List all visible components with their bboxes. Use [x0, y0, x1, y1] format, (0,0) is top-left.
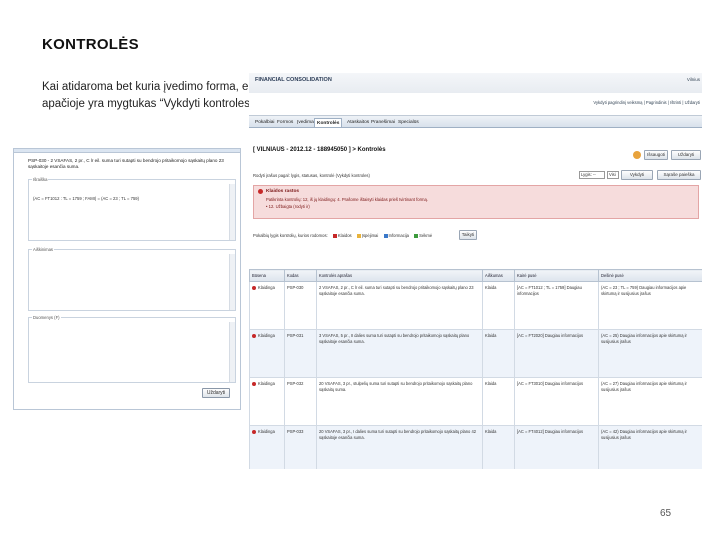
slide-title: KONTROLĖS [42, 36, 139, 53]
apply-filter-button[interactable]: Taikyti [459, 230, 477, 240]
level-cell: Klaida [482, 425, 515, 469]
list-search-button[interactable]: Sąraše paieška [657, 170, 701, 180]
right-side-link[interactable]: (AC = 25) Daugiau informacijos apie skir… [598, 329, 702, 378]
error-title: Klaidos rastos [266, 189, 300, 194]
col-header-right[interactable]: Dešinė pusė [598, 269, 702, 282]
close-button[interactable]: Uždaryti [671, 150, 701, 160]
status-text: Klaidinga [258, 429, 275, 434]
col-header-left[interactable]: Kairė pusė [514, 269, 599, 282]
explanation-scrollbar[interactable] [229, 254, 235, 310]
success-dot-icon [414, 233, 419, 238]
expression-box: Išraiška (AC = FT1012 : TL = 1759 ; FAMI… [28, 177, 236, 241]
error-line-1: Patikrinta kontrolių: 12, iš jų klaiding… [266, 197, 428, 202]
save-button[interactable]: Išsaugoti [644, 150, 668, 160]
error-line-2: • 12. Užbaigta (rodyti ir) [266, 204, 310, 209]
error-status-icon [252, 381, 256, 386]
level-cell: Klaida [482, 329, 515, 378]
legend-errors[interactable]: Klaidos [338, 233, 352, 238]
dialog-close-button[interactable]: Uždaryti [202, 388, 230, 398]
error-status-icon [252, 333, 256, 338]
info-dot-icon [383, 233, 388, 238]
right-side-link[interactable]: (AC = 27) Daugiau informacijos apie skir… [598, 377, 702, 426]
col-header-code[interactable]: Kodas [284, 269, 317, 282]
legend-label: Pokalbių lygis kontrolių, kurios rodomos… [253, 233, 328, 238]
status-text: Klaidinga [258, 285, 275, 290]
dialog-title-bar [14, 149, 240, 153]
left-side-link[interactable]: [AC = FT4012] Daugiau informacijos [514, 425, 599, 469]
status-text: Klaidinga [258, 333, 275, 338]
status-cell: Klaidinga [249, 329, 285, 378]
status-cell: Klaidinga [249, 281, 285, 330]
legend-info[interactable]: Informacija [389, 233, 409, 238]
code-cell: PSP-031 [284, 329, 317, 378]
legend: Pokalbių lygis kontrolių, kurios rodomos… [253, 233, 432, 238]
explanation-box: Aiškinimas [28, 247, 236, 311]
code-cell: PSP-033 [284, 425, 317, 469]
legend-warnings[interactable]: Įspėjimai [362, 233, 379, 238]
tab-pranesimai[interactable]: Pranešimai [369, 118, 397, 127]
col-header-status[interactable]: Būsena [249, 269, 285, 282]
app-top-bar: FINANCIAL CONSOLIDATION Vilnius [249, 73, 702, 93]
description-cell: 20 VSAFAS, 3 pr., I dalies suma turi sut… [316, 425, 483, 469]
description-cell: 3 VSAFAS, 5 pr., II dalies suma turi sut… [316, 329, 483, 378]
status-cell: Klaidinga [249, 425, 285, 469]
error-dot-icon [332, 233, 337, 238]
app-window: FINANCIAL CONSOLIDATION Vilnius Vykdyti … [249, 73, 702, 469]
code-cell: PSP-032 [284, 377, 317, 426]
data-label: Duomenys (F) [32, 315, 61, 320]
table-row[interactable]: Klaidinga PSP-030 2 VSAFAS, 2 pr., C lr … [249, 281, 702, 330]
status-cell: Klaidinga [249, 377, 285, 426]
error-status-icon [252, 429, 256, 434]
table-row[interactable]: Klaidinga PSP-031 3 VSAFAS, 5 pr., II da… [249, 329, 702, 378]
left-side-link[interactable]: [AC = FT1012 ; TL = 1759] Daugiau inform… [514, 281, 599, 330]
run-button[interactable]: Vykdyti [621, 170, 653, 180]
table-row[interactable]: Klaidinga PSP-032 20 VSAFAS, 3 pr., stul… [249, 377, 702, 426]
filter-text: Rodyti įrašus pagal: lygis, statusas, ko… [253, 173, 370, 178]
user-links[interactable]: Vykdyti pagrindinį veiksmą | Pagrindinis… [593, 100, 700, 105]
slide-page-number: 65 [660, 508, 672, 519]
controls-table: Būsena Kodas Kontrolės aprašas Aiškumas … [249, 269, 702, 469]
code-cell: PSP-030 [284, 281, 317, 330]
explanation-label: Aiškinimas [32, 247, 55, 252]
tab-pokalbiai[interactable]: Pokalbiai [253, 118, 276, 127]
table-header-row: Būsena Kodas Kontrolės aprašas Aiškumas … [249, 269, 702, 282]
error-status-icon [252, 285, 256, 290]
description-cell: 20 VSAFAS, 3 pr., stulpelių suma turi su… [316, 377, 483, 426]
error-panel: Klaidos rastos Patikrinta kontrolių: 12,… [253, 185, 699, 219]
status-text: Klaidinga [258, 381, 275, 386]
right-side-link[interactable]: (AC = 42) Daugiau informacijos apie skir… [598, 425, 702, 469]
main-menu: Pokalbiai Formos Įvedimas Kontrolės Atas… [249, 115, 702, 128]
col-header-level[interactable]: Aiškumas [482, 269, 515, 282]
col-header-description[interactable]: Kontrolės aprašas [316, 269, 483, 282]
expression-value: (AC = FT1012 : TL = 1759 ; FAMI) = (AC =… [33, 196, 140, 201]
settings-icon[interactable] [633, 151, 641, 159]
table-row[interactable]: Klaidinga PSP-033 20 VSAFAS, 3 pr., I da… [249, 425, 702, 469]
tab-specialus[interactable]: Specialūs [396, 118, 421, 127]
left-side-link[interactable]: [AC = FT3010] Daugiau informacijos [514, 377, 599, 426]
data-scrollbar[interactable] [229, 322, 235, 382]
description-cell: 2 VSAFAS, 2 pr., C lr eil. suma turi sut… [316, 281, 483, 330]
right-side-link[interactable]: (AC = 23 ; TL = 759) Daugiau informacijo… [598, 281, 702, 330]
app-brand: Vilnius [686, 77, 700, 82]
expression-scrollbar[interactable] [229, 184, 235, 240]
dialog-message: PSP-030 - 2 VSAFAS, 2 pr., C lr eil. sum… [28, 158, 224, 169]
error-icon [258, 189, 263, 194]
tab-kontroles[interactable]: Kontrolės [314, 118, 343, 127]
app-logo: FINANCIAL CONSOLIDATION [255, 77, 332, 83]
level-cell: Klaida [482, 281, 515, 330]
level-select-2[interactable]: Visi [607, 171, 619, 179]
tab-formos[interactable]: Formos [275, 118, 295, 127]
control-detail-dialog: PSP-030 - 2 VSAFAS, 2 pr., C lr eil. sum… [13, 148, 241, 410]
expression-label: Išraiška [32, 177, 49, 182]
left-side-link[interactable]: [AC = FT2020] Daugiau informacijos [514, 329, 599, 378]
level-select[interactable]: Lygis: -- [579, 171, 605, 179]
tab-ataskaitos[interactable]: Ataskaitos [345, 118, 371, 127]
data-box: Duomenys (F) [28, 315, 236, 383]
warning-dot-icon [356, 233, 361, 238]
level-cell: Klaida [482, 377, 515, 426]
legend-success[interactable]: Sėkmė [419, 233, 432, 238]
